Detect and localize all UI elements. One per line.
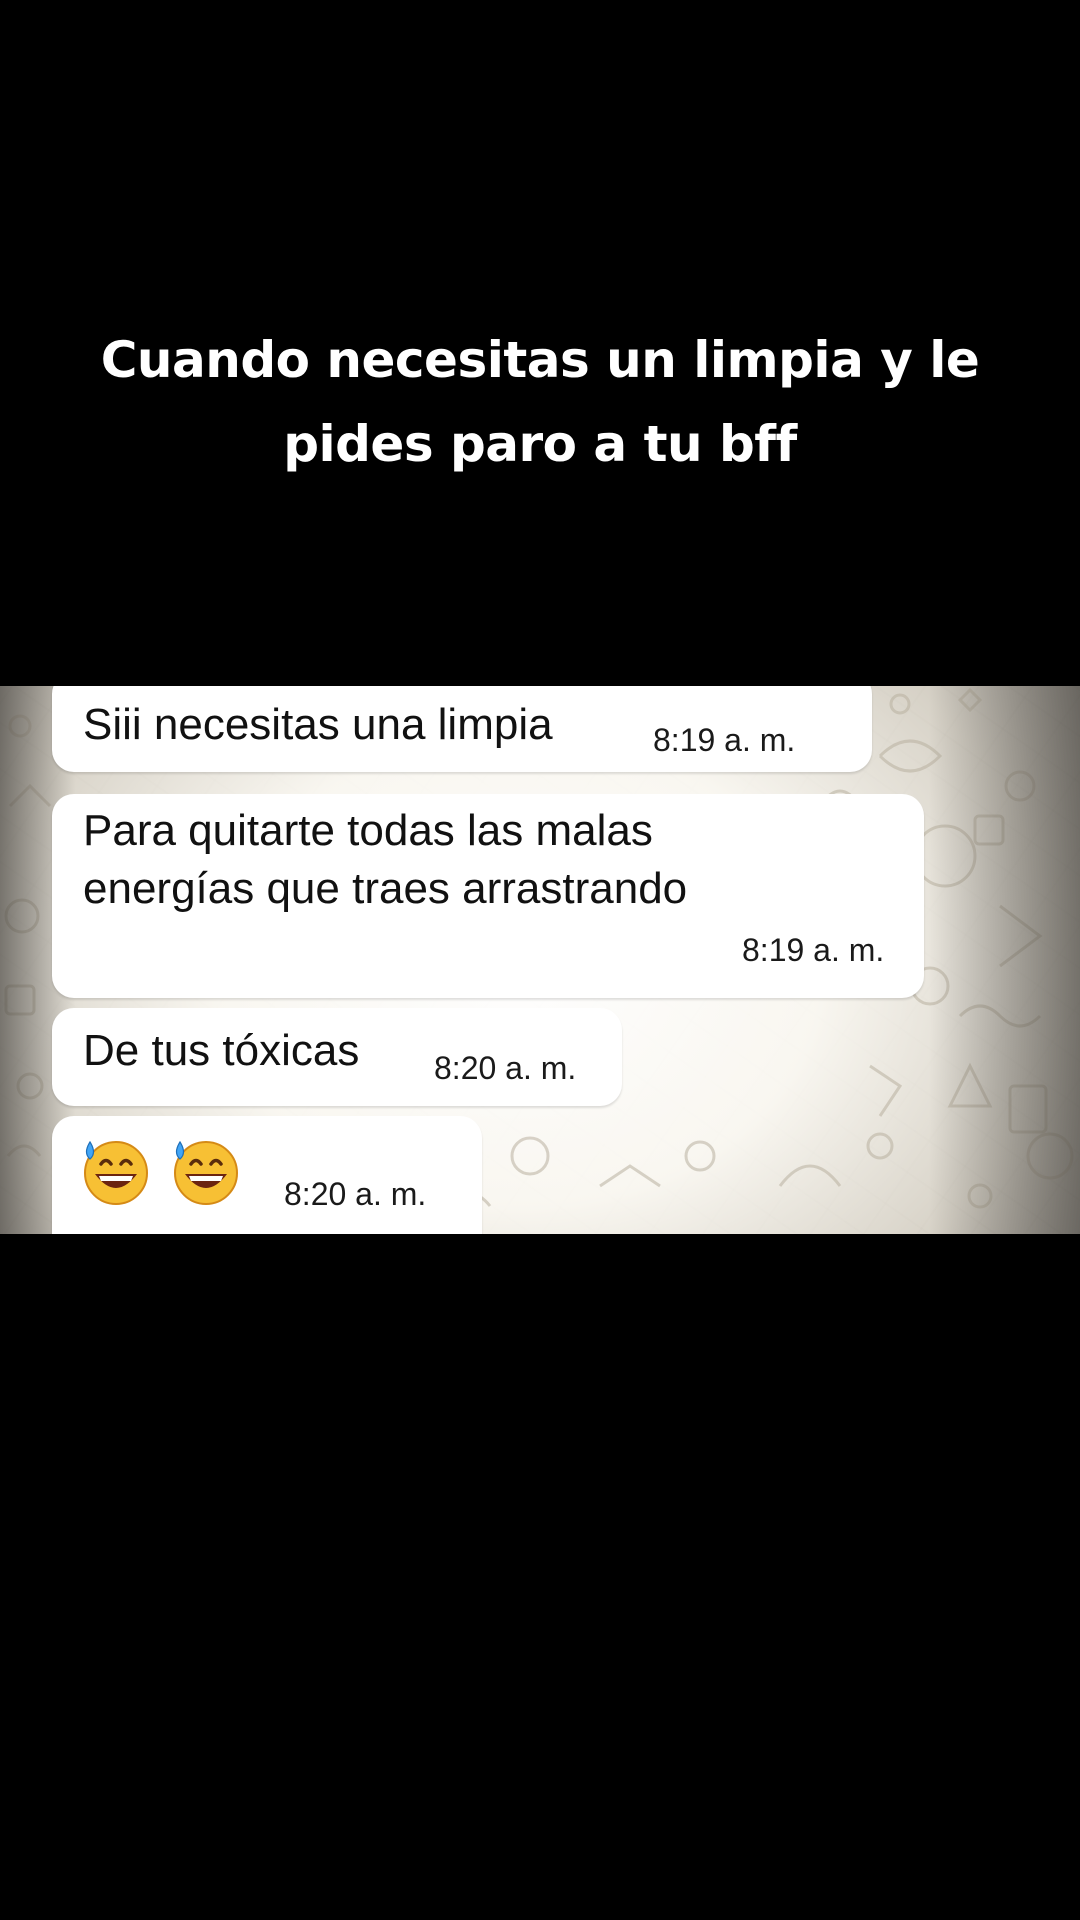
message-text: De tus tóxicas	[83, 1026, 360, 1075]
emoji-row	[81, 1136, 241, 1206]
message-time: 8:20 a. m.	[434, 1050, 577, 1086]
message-bubble: Para quitarte todas las malas energías q…	[52, 794, 924, 998]
chat-screenshot: Siii necesitas una limpia 8:19 a. m. Par…	[0, 686, 1080, 1234]
message-text: Siii necesitas una limpia	[83, 700, 553, 749]
message-text-line-2: energías que traes arrastrando	[83, 864, 688, 913]
message-bubble: Siii necesitas una limpia 8:19 a. m.	[52, 686, 872, 772]
message-bubble: 8:20 a. m.	[52, 1116, 482, 1234]
video-caption: Cuando necesitas un limpia y le pides pa…	[60, 318, 1020, 486]
message-time: 8:19 a. m.	[742, 932, 885, 968]
caption-line-2: pides paro a tu bff	[283, 415, 797, 473]
grinning-face-with-sweat-icon	[84, 1140, 148, 1205]
message-time: 8:19 a. m.	[653, 722, 796, 758]
message-text-line-1: Para quitarte todas las malas	[83, 806, 653, 855]
message-bubble: De tus tóxicas 8:20 a. m.	[52, 1008, 622, 1106]
message-time: 8:20 a. m.	[284, 1176, 427, 1212]
grinning-face-with-sweat-icon	[174, 1140, 238, 1205]
caption-line-1: Cuando necesitas un limpia y le	[100, 331, 980, 389]
